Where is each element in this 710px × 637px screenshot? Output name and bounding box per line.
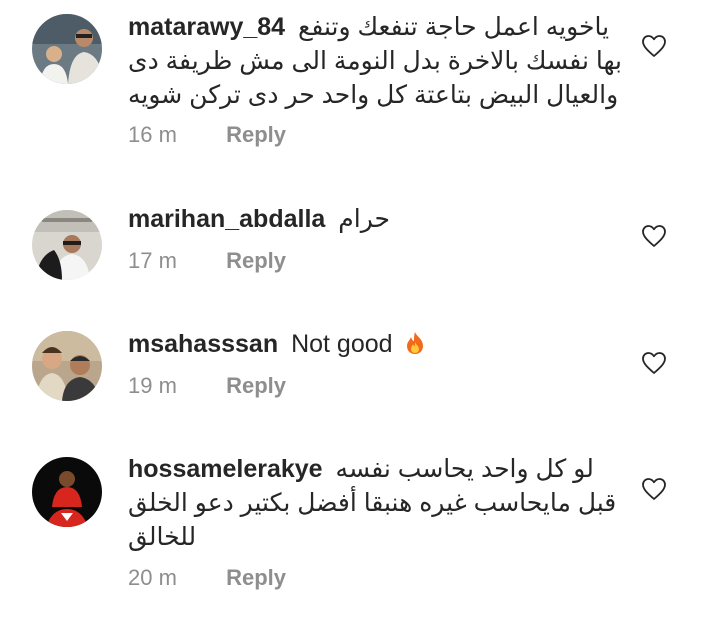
reply-button[interactable]: Reply [226,565,286,590]
heart-outline-icon[interactable] [641,34,667,58]
avatar[interactable] [32,331,102,401]
comment-line: marihan_abdalla حرام [128,202,623,236]
comment-timestamp: 16 m [128,122,177,147]
avatar-image [32,457,102,527]
heart-outline-icon[interactable] [641,224,667,248]
fire-icon [407,332,424,354]
comment-line: للخالق [128,523,197,551]
comment-meta: 20 m Reply [128,565,286,591]
avatar-image [32,210,102,280]
comment-line: hossamelerakye لو كل واحد يحاسب نفسه [128,452,623,486]
username[interactable]: marihan_abdalla [128,205,325,233]
reply-button[interactable]: Reply [226,373,286,398]
comment-text: matarawy_84 ياخويه اعمل حاجة تنفعك وتنفع… [128,10,623,112]
comment-line: msahasssan Not good [128,327,623,361]
comment-text: marihan_abdalla حرام [128,202,623,236]
comment-item: marihan_abdalla حرام 17 m Reply [0,160,710,285]
avatar[interactable] [32,14,102,84]
username[interactable]: hossamelerakye [128,455,323,483]
reply-button[interactable]: Reply [226,122,286,147]
comment-item: msahasssan Not good 19 m Reply [0,285,710,410]
comment-body: لو كل واحد يحاسب نفسه [335,455,594,483]
comment-timestamp: 17 m [128,248,177,273]
comment-line: بها نفسك بالاخرة بدل النومة الى مش ظريفة… [128,47,622,75]
avatar-image [32,331,102,401]
comment-body: ياخويه اعمل حاجة تنفعك وتنفع [298,13,610,41]
comment-text: msahasssan Not good [128,327,623,361]
heart-outline-icon[interactable] [641,477,667,501]
comment-meta: 17 m Reply [128,248,286,274]
comment-timestamp: 19 m [128,373,177,398]
avatar[interactable] [32,210,102,280]
comment-line: قبل مايحاسب غيره هنبقا أفضل بكتير دعو ال… [128,489,617,517]
comment-meta: 19 m Reply [128,373,286,399]
username[interactable]: matarawy_84 [128,13,285,41]
comment-text: hossamelerakye لو كل واحد يحاسب نفسه قبل… [128,452,623,554]
comment-body: حرام [338,205,390,233]
heart-outline-icon[interactable] [641,351,667,375]
comment-line: والعيال البيض بتاعتة كل واحد حر دى تركن … [128,81,619,109]
comment-meta: 16 m Reply [128,122,286,148]
reply-button[interactable]: Reply [226,248,286,273]
comment-line: matarawy_84 ياخويه اعمل حاجة تنفعك وتنفع [128,10,623,44]
comment-body: Not good [291,330,393,358]
comment-timestamp: 20 m [128,565,177,590]
comment-item: matarawy_84 ياخويه اعمل حاجة تنفعك وتنفع… [0,0,710,160]
avatar[interactable] [32,457,102,527]
avatar-image [32,14,102,84]
comment-item: hossamelerakye لو كل واحد يحاسب نفسه قبل… [0,410,710,637]
username[interactable]: msahasssan [128,330,278,358]
